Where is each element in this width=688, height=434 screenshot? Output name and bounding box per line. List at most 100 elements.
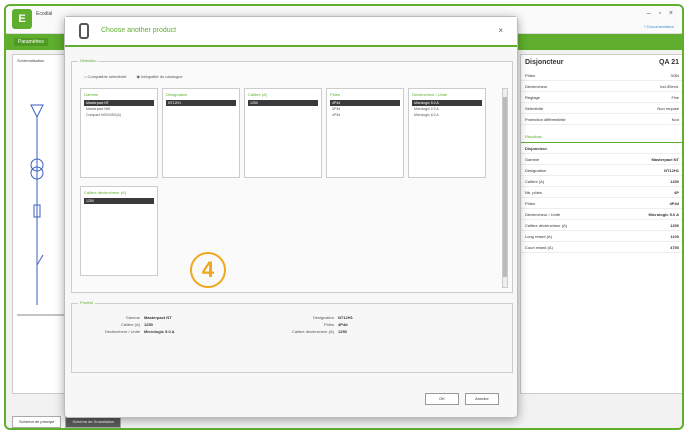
property-row[interactable]: Réglage Fixe [521, 92, 682, 103]
property-value[interactable]: 3/3N [671, 70, 679, 80]
selection-group: Sélection ○ Compatible sélectivité ◉ Int… [71, 58, 513, 293]
result-row: Long retard (A) 1100 [521, 231, 682, 242]
result-value: 1250 [670, 179, 679, 184]
properties-header: Disjoncteur QA 21 [521, 55, 682, 70]
result-label: Gamme [525, 157, 540, 162]
result-label: Calibre (A) [525, 179, 545, 184]
product-field-label: Calibre déclencheur (A) [291, 329, 334, 334]
list-item[interactable]: 4P3d [330, 112, 400, 118]
result-label: Déclencheur / Unité [525, 212, 561, 217]
product-list-column[interactable]: Désignation NT12H1 [162, 88, 240, 178]
ribbon-tab[interactable]: Paramètres [14, 38, 48, 46]
result-row: Gamme Masterpact NT [521, 154, 682, 165]
list-header: Calibre déclencheur (A) [84, 190, 127, 195]
product-field-value: 1250 [338, 329, 347, 334]
product-field: Calibre déclencheur (A) 1250 [272, 328, 353, 335]
ok-button[interactable]: OK [425, 393, 459, 405]
radio-compatible-label: Compatible sélectivité [87, 74, 127, 79]
property-label: Réglage [525, 95, 540, 100]
product-list-column[interactable]: Pôles 4P4d 3P3d 4P3d [326, 88, 404, 178]
property-label: Protection différentielle [525, 117, 566, 122]
property-value[interactable]: Fixe [671, 92, 679, 102]
result-label: Nb. pôles [525, 190, 542, 195]
result-value: Micrologic 5.0 A [648, 212, 679, 217]
result-label: Court retard (A) [525, 245, 553, 250]
result-row: Déclencheur / Unité Micrologic 5.0 A [521, 209, 682, 220]
result-value: 4P4d [669, 201, 679, 206]
schematic-label: Schématisation [17, 58, 45, 63]
choose-product-dialog: Choose another product × Sélection ○ Com… [64, 16, 518, 418]
result-row: Calibre déclencheur (A) 1250 [521, 220, 682, 231]
property-value[interactable]: Non [672, 114, 679, 124]
list-header: Pôles [330, 92, 341, 97]
schematic-diagram[interactable] [13, 65, 71, 395]
property-row[interactable]: Sélectivité Non requise [521, 103, 682, 114]
properties-ref: QA 21 [659, 59, 679, 66]
product-legend: Produit [78, 300, 95, 305]
list-item[interactable]: Compact NSX/NSX(A) [84, 112, 154, 118]
properties-type: Disjoncteur [525, 59, 564, 66]
property-value[interactable]: Non requise [657, 103, 679, 113]
list-header: Déclencheur / Unité [412, 92, 448, 97]
radio-full-catalog-label: Intégralité du catalogue [141, 74, 183, 79]
breaker-icon [79, 23, 89, 39]
result-value: 1100 [670, 234, 679, 239]
result-value: Masterpact NT [651, 157, 679, 162]
product-field-label: Pôles [323, 322, 334, 327]
results-sub: Disjoncteur [521, 143, 682, 154]
window-controls[interactable]: – ▫ × [647, 10, 676, 17]
product-field: Désignation NT12H1 [272, 314, 353, 321]
product-field-label: Désignation [312, 315, 334, 320]
result-label: Long retard (A) [525, 234, 552, 239]
property-value[interactable]: Ind./Electr. [660, 81, 679, 91]
list-item[interactable]: NT12H1 [166, 100, 236, 106]
result-row: Pôles 4P4d [521, 198, 682, 209]
product-field-value: NT12H1 [338, 315, 353, 320]
scrollbar[interactable] [502, 88, 508, 288]
product-list-column[interactable]: Gamme Masterpact NT Masterpact NW Compact N… [80, 88, 158, 178]
property-label: Sélectivité [525, 106, 544, 111]
result-row: Désignation NT12H1 [521, 165, 682, 176]
schematic-pane: Schématisation [12, 54, 70, 394]
product-field-value: Micrologic 5.0 A [144, 329, 175, 334]
tab-schema-principe[interactable]: Schéma de principe [12, 416, 62, 428]
product-field-label: Déclencheur / Unité [104, 329, 140, 334]
step-badge: 4 [190, 252, 226, 288]
app-title: Ecodial [36, 11, 53, 17]
property-row[interactable]: Déclencheur Ind./Electr. [521, 81, 682, 92]
list-item[interactable]: 1250 [84, 198, 154, 204]
product-list-column[interactable]: Déclencheur / Unité Micrologic 5.0 A Micro… [408, 88, 486, 178]
result-row: Court retard (A) 4750 [521, 242, 682, 253]
result-row: Calibre (A) 1250 [521, 176, 682, 187]
list-header: Désignation [166, 92, 188, 97]
result-label: Calibre déclencheur (A) [525, 223, 568, 228]
product-group: Produit Gamme Masterpact NT Calibre (A) 125… [71, 300, 513, 373]
product-field-value: 4P4d [338, 322, 348, 327]
list-item[interactable]: Micrologic 6.0 A [412, 112, 482, 118]
property-label: Déclencheur [525, 84, 548, 89]
product-field: Pôles 4P4d [272, 321, 353, 328]
close-icon[interactable]: × [498, 26, 503, 35]
properties-pane: Disjoncteur QA 21 Pôles 3/3N Déclencheur In… [520, 54, 682, 394]
result-label: Désignation [525, 168, 547, 173]
radio-compatible[interactable]: ○ Compatible sélectivité [84, 74, 126, 79]
result-row: Nb. pôles 4P [521, 187, 682, 198]
radio-full-catalog[interactable]: ◉ Intégralité du catalogue [136, 74, 182, 79]
results-section[interactable]: Résultats [521, 131, 682, 143]
list-calibre-declencheur[interactable]: Calibre déclencheur (A) 1250 [80, 186, 158, 276]
product-field-value: 1250 [144, 322, 153, 327]
product-list-column[interactable]: Calibre (A) 1250 [244, 88, 322, 178]
result-value: 4750 [670, 245, 679, 250]
dialog-header: Choose another product × [65, 17, 517, 47]
product-field-label: Calibre (A) [120, 322, 140, 327]
result-value: 1250 [670, 223, 679, 228]
product-field: Gamme Masterpact NT [78, 314, 175, 321]
help-link[interactable]: ? Documentation [644, 24, 674, 29]
property-row[interactable]: Pôles 3/3N [521, 70, 682, 81]
app-logo: E [12, 9, 32, 29]
list-item[interactable]: 1250 [248, 100, 318, 106]
cancel-button[interactable]: Annuler [465, 393, 499, 405]
property-row[interactable]: Protection différentielle Non [521, 114, 682, 125]
catalog-radios: ○ Compatible sélectivité ◉ Intégralité d… [84, 74, 183, 79]
result-label: Pôles [525, 201, 536, 206]
